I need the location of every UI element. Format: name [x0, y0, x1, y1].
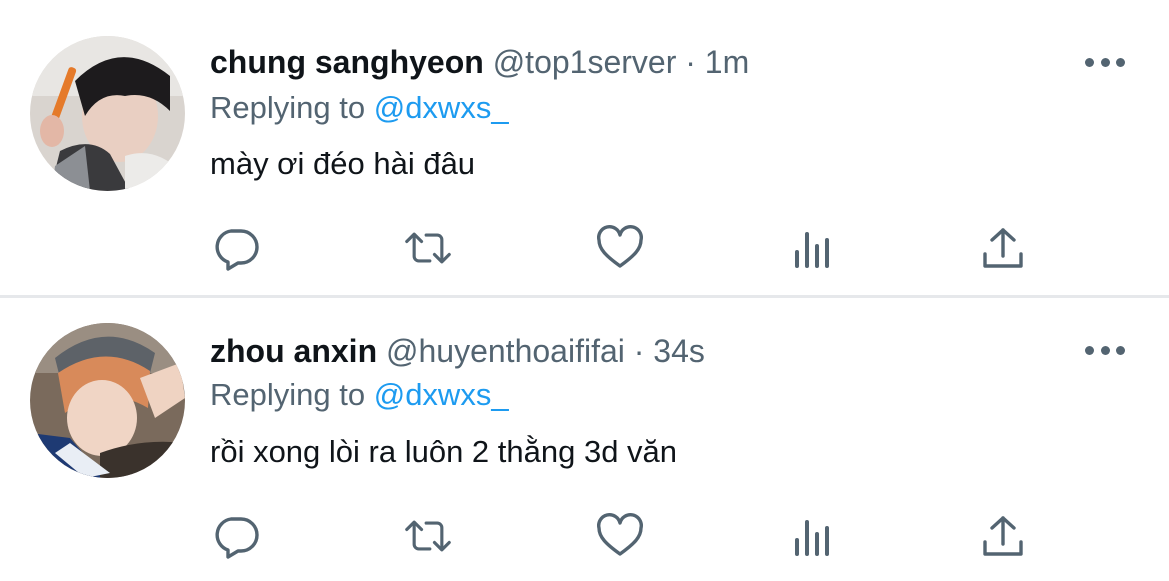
replying-handle-link[interactable]: @dxwxs_ [374, 377, 509, 412]
reply-feed: chung sanghyeon @top1server · 1m Replyin… [0, 0, 1169, 581]
timestamp[interactable]: 1m [705, 44, 749, 80]
retweet-icon[interactable] [403, 222, 453, 274]
like-icon[interactable] [595, 222, 645, 274]
display-name[interactable]: chung sanghyeon [210, 44, 484, 80]
tweet[interactable]: chung sanghyeon @top1server · 1m Replyin… [0, 0, 1169, 296]
reply-icon[interactable] [211, 510, 261, 562]
avatar[interactable] [30, 323, 185, 478]
tweet-text: rồi xong lòi ra luôn 2 thằng 3d văn [210, 434, 678, 469]
more-options-icon[interactable] [1085, 52, 1125, 72]
separator: · [633, 333, 645, 369]
tweet-header: chung sanghyeon @top1server · 1m [210, 42, 749, 82]
share-icon[interactable] [978, 222, 1028, 274]
replying-to: Replying to @dxwxs_ [210, 90, 509, 126]
tweet[interactable]: zhou anxin @huyenthoaififai · 34s Replyi… [0, 298, 1169, 581]
like-icon[interactable] [595, 510, 645, 562]
replying-prefix: Replying to [210, 377, 366, 412]
more-options-icon[interactable] [1085, 340, 1125, 360]
username[interactable]: @top1server [493, 44, 677, 80]
timestamp[interactable]: 34s [653, 333, 705, 369]
profile-photo-icon [30, 323, 185, 478]
views-icon[interactable] [787, 510, 837, 562]
reply-icon[interactable] [211, 222, 261, 274]
tweet-text: mày ơi đéo hài đâu [210, 146, 476, 181]
tweet-header: zhou anxin @huyenthoaififai · 34s [210, 331, 705, 371]
replying-to: Replying to @dxwxs_ [210, 377, 509, 413]
display-name[interactable]: zhou anxin [210, 333, 377, 369]
action-bar [0, 222, 1169, 274]
share-icon[interactable] [978, 510, 1028, 562]
separator: · [685, 44, 696, 80]
views-icon[interactable] [787, 222, 837, 274]
replying-prefix: Replying to [210, 90, 366, 125]
username[interactable]: @huyenthoaififai [386, 333, 625, 369]
avatar[interactable] [30, 36, 185, 191]
profile-photo-icon [30, 36, 185, 191]
replying-handle-link[interactable]: @dxwxs_ [374, 90, 509, 125]
action-bar [0, 510, 1169, 562]
retweet-icon[interactable] [403, 510, 453, 562]
